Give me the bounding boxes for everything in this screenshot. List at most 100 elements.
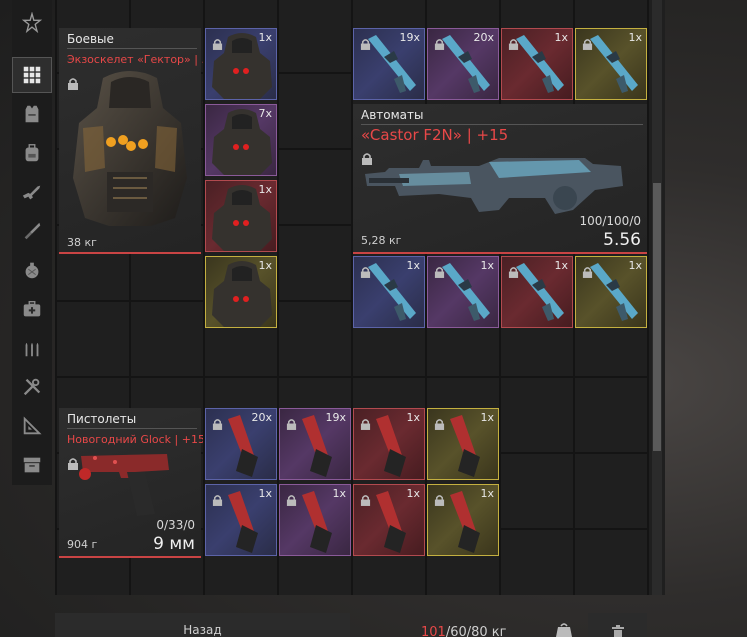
lock-icon [434, 39, 445, 50]
armor-tile[interactable]: 1x [205, 28, 277, 100]
armor-tile[interactable]: 1x [205, 180, 277, 252]
rifle-image [365, 158, 623, 214]
grid-icon[interactable] [12, 57, 52, 93]
item-count: 19x [325, 411, 346, 424]
item-count: 20x [251, 411, 272, 424]
caliber: 9 мм [153, 534, 195, 554]
ruler-triangle-icon[interactable] [12, 408, 52, 444]
lock-icon [286, 419, 297, 430]
item-count: 1x [258, 31, 272, 44]
category-card-rifles[interactable]: Автоматы «Castor F2N» | +15 5,28 кг 100/… [353, 104, 647, 254]
lock-icon [434, 495, 445, 506]
back-button[interactable]: Назад [55, 613, 350, 637]
rifle-tile[interactable]: 1x [353, 256, 425, 328]
item-count: 1x [258, 487, 272, 500]
lock-icon [434, 267, 445, 278]
item-count: 1x [628, 31, 642, 44]
carry-weight: 101/60/80 кг [421, 625, 507, 637]
lock-icon [286, 495, 297, 506]
trash-button[interactable] [588, 613, 647, 637]
caliber: 5.56 [603, 230, 641, 250]
ammo-count: 100/100/0 [579, 214, 641, 228]
item-count: 19x [399, 31, 420, 44]
item-count: 1x [628, 259, 642, 272]
item-count: 1x [480, 411, 494, 424]
lock-icon [508, 39, 519, 50]
lock-icon [212, 495, 223, 506]
item-count: 1x [480, 487, 494, 500]
category-card-combat[interactable]: Боевые Экзоскелет «Гектор» | .. 38 кг [59, 28, 203, 254]
item-count: 1x [406, 259, 420, 272]
lock-icon [582, 39, 593, 50]
rifle-tile[interactable]: 1x [575, 28, 647, 100]
divider [67, 48, 197, 49]
item-count: 1x [554, 31, 568, 44]
rifle-tile[interactable]: 1x [501, 28, 573, 100]
item-count: 1x [554, 259, 568, 272]
item-count: 1x [480, 259, 494, 272]
divider [361, 124, 643, 125]
pistol-tile[interactable]: 1x [279, 484, 351, 556]
exoskeleton-image [73, 71, 187, 226]
item-name: Экзоскелет «Гектор» | .. [67, 53, 203, 66]
pistol-tile[interactable]: 19x [279, 408, 351, 480]
pistol-tile[interactable]: 1x [427, 484, 499, 556]
pistol-tile[interactable]: 1x [427, 408, 499, 480]
current-weight: 101 [421, 625, 446, 637]
rifle-tile[interactable]: 19x [353, 28, 425, 100]
rifle-tile[interactable]: 1x [575, 256, 647, 328]
vest-icon[interactable] [12, 96, 52, 132]
back-button-label: Назад [183, 623, 222, 637]
ammo-icon[interactable] [12, 330, 52, 366]
rifle-tile[interactable]: 1x [501, 256, 573, 328]
storage-box-icon[interactable] [12, 447, 52, 483]
pistol-tile[interactable]: 1x [353, 484, 425, 556]
armor-tile[interactable]: 7x [205, 104, 277, 176]
tools-icon[interactable] [12, 369, 52, 405]
medkit-icon[interactable] [12, 291, 52, 327]
trash-icon [611, 625, 624, 637]
pistol-tile[interactable]: 20x [205, 408, 277, 480]
item-count: 1x [258, 259, 272, 272]
weight-icon [556, 623, 572, 637]
item-weight: 38 кг [67, 236, 97, 249]
lock-icon [360, 495, 371, 506]
backpack-icon[interactable] [12, 135, 52, 171]
scrollbar-thumb[interactable] [653, 183, 661, 451]
lock-icon [360, 39, 371, 50]
weight-limits: /60/80 кг [445, 625, 507, 637]
armor-tile[interactable]: 1x [205, 256, 277, 328]
lock-icon [508, 267, 519, 278]
pistol-image [79, 454, 169, 516]
item-count: 1x [406, 411, 420, 424]
item-count: 1x [332, 487, 346, 500]
knife-icon[interactable] [12, 213, 52, 249]
lock-icon [360, 419, 371, 430]
lock-icon [434, 419, 445, 430]
pistol-tile[interactable]: 1x [205, 484, 277, 556]
lock-icon [212, 39, 223, 50]
item-weight: 904 г [67, 538, 98, 551]
pistol-tile[interactable]: 1x [353, 408, 425, 480]
item-count: 1x [258, 183, 272, 196]
rifle-tile[interactable]: 20x [427, 28, 499, 100]
lock-icon [360, 267, 371, 278]
category-sidebar [12, 0, 52, 485]
grenade-icon[interactable] [12, 252, 52, 288]
item-count: 1x [406, 487, 420, 500]
card-title: Автоматы [361, 108, 424, 122]
item-count: 7x [258, 107, 272, 120]
item-count: 20x [473, 31, 494, 44]
card-title: Пистолеты [67, 412, 137, 426]
divider [67, 428, 197, 429]
card-title: Боевые [67, 32, 114, 46]
lock-icon [212, 419, 223, 430]
star-emblem-icon[interactable] [12, 5, 52, 41]
item-weight: 5,28 кг [361, 234, 402, 247]
ammo-count: 0/33/0 [156, 518, 195, 532]
bottom-bar: Назад 101/60/80 кг [55, 613, 647, 637]
rifle-tile[interactable]: 1x [427, 256, 499, 328]
category-card-pistols[interactable]: Пистолеты Новогодний Glock | +15 904 г 0… [59, 408, 203, 558]
lock-icon [582, 267, 593, 278]
rifle-icon[interactable] [12, 174, 52, 210]
